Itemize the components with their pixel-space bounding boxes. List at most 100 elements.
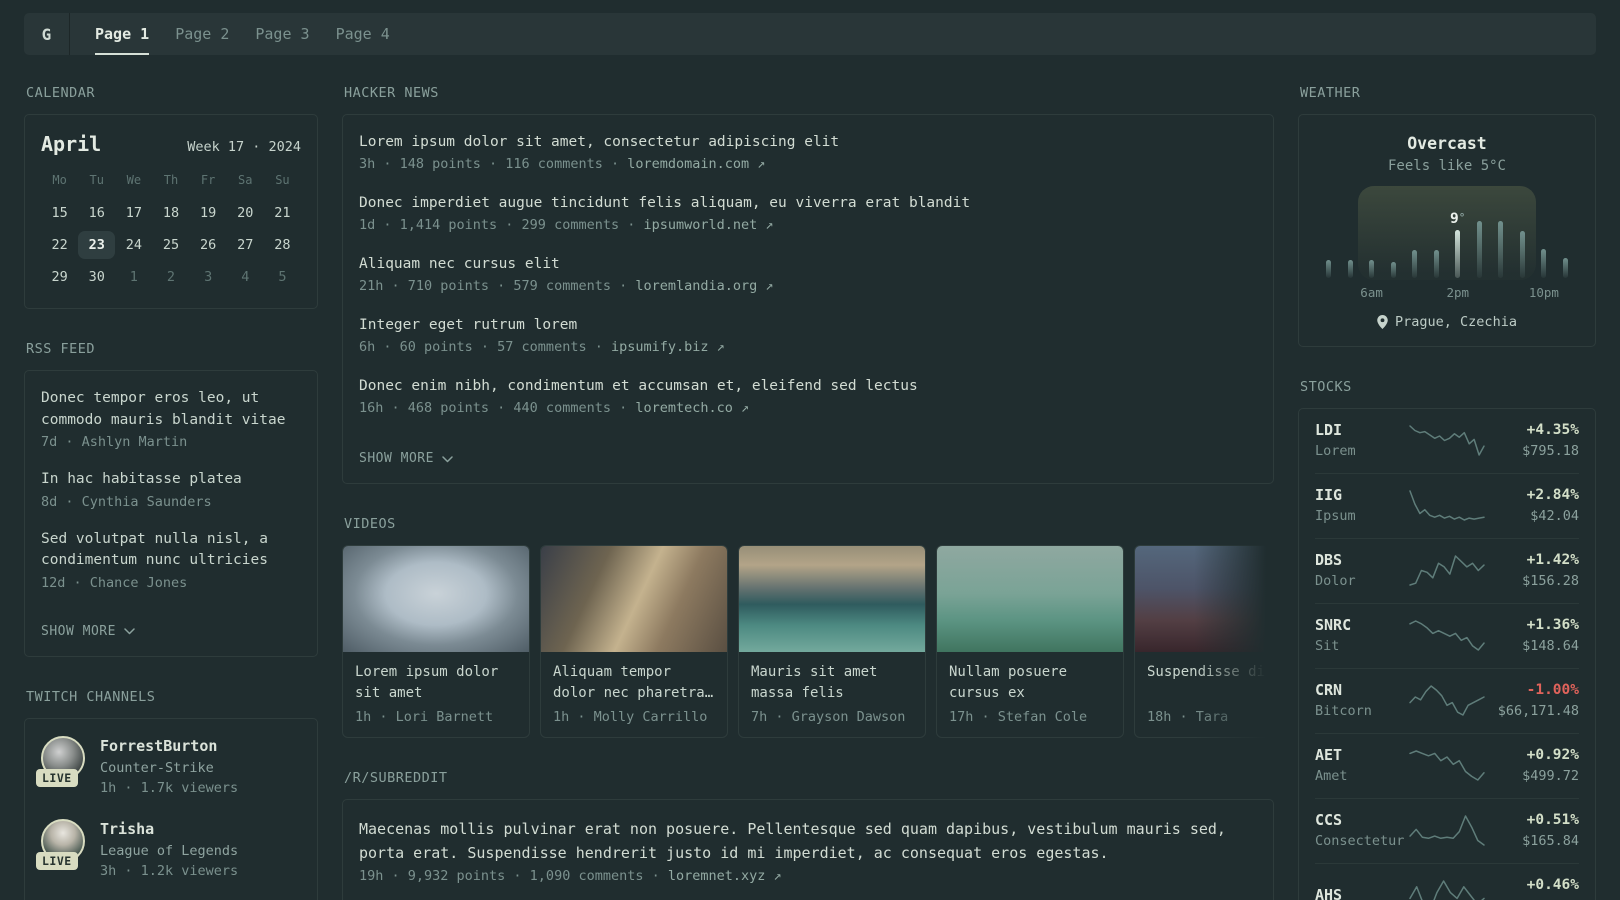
stock-sparkline-chart — [1407, 487, 1487, 525]
calendar-weekday-label: Mo — [52, 173, 67, 187]
stock-company-name: Consectetur — [1315, 833, 1405, 849]
hackernews-item-meta: 3h · 148 points · 116 comments · loremdo… — [359, 156, 766, 172]
video-meta: 7h · Grayson Dawson — [751, 709, 906, 725]
calendar-weekday-label: Fr — [200, 173, 216, 187]
weather-header: WEATHER — [1300, 85, 1361, 101]
stock-change-percent: +0.92% — [1526, 747, 1579, 763]
video-meta: 1h · Lori Barnett — [355, 709, 494, 725]
video-title[interactable]: Suspendisse diam — [1147, 662, 1274, 704]
stock-row[interactable]: DBS Dolor +1.42% $156.28 — [1315, 538, 1579, 603]
stock-symbol: LDI — [1315, 421, 1343, 439]
calendar-header: CALENDAR — [26, 85, 96, 101]
rss-item-meta: 12d · Chance Jones — [41, 574, 188, 591]
video-title[interactable]: Mauris sit amet massa felis — [751, 662, 913, 704]
video-card[interactable]: Suspendisse diam 18h · Tara — [1134, 545, 1274, 738]
stock-row[interactable]: SNRC Sit +1.36% $148.64 — [1315, 603, 1579, 668]
external-link-icon: ↗ — [716, 339, 725, 355]
video-card[interactable]: Nullam posuere cursus ex 17h · Stefan Co… — [936, 545, 1124, 738]
twitch-channel-row[interactable]: LIVE Trisha League of Legends 3h · 1.2k … — [36, 818, 301, 881]
calendar-day: 17 — [125, 205, 142, 221]
subreddit-post-domain[interactable]: loremnet.xyz — [668, 868, 766, 884]
twitch-channel-name[interactable]: Trisha — [100, 819, 238, 839]
stock-row[interactable]: CCS Consectetur +0.51% $165.84 — [1315, 798, 1579, 863]
video-card[interactable]: Mauris sit amet massa felis 7h · Grayson… — [738, 545, 926, 738]
app-logo[interactable]: G — [24, 13, 70, 55]
stock-sparkline-chart — [1407, 617, 1487, 655]
calendar-day: 24 — [125, 237, 142, 253]
video-title[interactable]: Aliquam tempor dolor nec pharetra… — [553, 662, 715, 704]
live-badge: LIVE — [36, 768, 78, 787]
calendar-day: 1 — [129, 269, 138, 285]
subreddit-card: Maecenas mollis pulvinar erat non posuer… — [342, 799, 1274, 900]
hackernews-item-domain[interactable]: ipsumworld.net — [643, 217, 757, 233]
hackernews-item-title[interactable]: Donec imperdiet augue tincidunt felis al… — [359, 193, 1257, 214]
top-navbar: G Page 1 Page 2 Page 3 Page 4 — [24, 13, 1596, 55]
page-tab-label: Page 3 — [255, 25, 310, 43]
calendar-day: 20 — [237, 205, 254, 221]
weather-time-tick: 6am — [1360, 285, 1383, 300]
stock-row[interactable]: AHS +0.46% — [1315, 863, 1579, 900]
rss-show-more-button[interactable]: SHOW MORE — [41, 624, 135, 639]
video-thumbnail — [937, 546, 1123, 652]
page-tab[interactable]: Page 1 — [95, 13, 150, 55]
rss-item-meta: 7d · Ashlyn Martin — [41, 434, 188, 450]
video-card[interactable]: Aliquam tempor dolor nec pharetra… 1h · … — [540, 545, 728, 738]
calendar-weekday-label: Tu — [89, 173, 104, 187]
hackernews-item-meta: 21h · 710 points · 579 comments · loreml… — [359, 278, 774, 294]
video-card[interactable]: Lorem ipsum dolor sit amet consectetu… 1… — [342, 545, 530, 738]
external-link-icon: ↗ — [757, 156, 766, 172]
stock-symbol: AHS — [1315, 886, 1343, 900]
video-thumbnail — [343, 546, 529, 652]
rss-item-title[interactable]: In hac habitasse platea — [41, 469, 301, 491]
video-thumbnail — [739, 546, 925, 652]
stock-price — [1487, 896, 1579, 900]
stock-symbol: SNRC — [1315, 616, 1352, 634]
subreddit-post-title[interactable]: Maecenas mollis pulvinar erat non posuer… — [359, 817, 1257, 865]
calendar-day: 27 — [237, 237, 254, 253]
hackernews-item-title[interactable]: Donec enim nibh, condimentum et accumsan… — [359, 376, 1257, 397]
hackernews-item-title[interactable]: Aliquam nec cursus elit — [359, 254, 1257, 275]
weather-time-tick: 2pm — [1446, 285, 1470, 300]
hackernews-item-domain[interactable]: loremlandia.org — [635, 278, 757, 294]
hackernews-item-title[interactable]: Integer eget rutrum lorem — [359, 315, 1257, 336]
twitch-channel-row[interactable]: LIVE ForrestBurton Counter-Strike 1h · 1… — [36, 735, 301, 798]
weather-card: Overcast Feels like 5°C 9° 6am 2pm 10pm … — [1298, 114, 1596, 347]
hackernews-item-domain[interactable]: ipsumify.biz — [611, 339, 709, 355]
twitch-channel-meta: 1h · 1.7k viewers — [100, 779, 239, 796]
calendar-day: 2 — [166, 269, 176, 285]
hackernews-card: Lorem ipsum dolor sit amet, consectetur … — [342, 114, 1274, 484]
stocks-section: STOCKS LDI Lorem +4.35% $795.18 IIG Ipsu… — [1298, 379, 1596, 900]
stock-symbol: IIG — [1315, 486, 1343, 504]
stock-row[interactable]: LDI Lorem +4.35% $795.18 — [1315, 409, 1579, 473]
calendar-week-year: Week 17 · 2024 — [187, 139, 301, 155]
stock-sparkline-chart — [1407, 747, 1487, 785]
twitch-channel-name[interactable]: ForrestBurton — [100, 736, 238, 756]
hackernews-show-more-button[interactable]: SHOW MORE — [359, 451, 453, 466]
rss-item-title[interactable]: Donec tempor eros leo, ut commodo mauris… — [41, 388, 301, 431]
calendar-day: 25 — [162, 237, 180, 253]
chevron-down-icon — [442, 455, 453, 462]
calendar-grid: Mo Tu We Th Fr Sa Su 15 16 17 18 19 20 2… — [41, 166, 301, 291]
hackernews-item-domain[interactable]: loremtech.co — [635, 400, 733, 416]
video-title[interactable]: Lorem ipsum dolor sit amet consectetu… — [355, 662, 517, 704]
hackernews-item-domain[interactable]: loremdomain.com — [627, 156, 749, 172]
stock-row[interactable]: CRN Bitcorn -1.00% $66,171.48 — [1315, 668, 1579, 733]
page-tab[interactable]: Page 4 — [336, 13, 390, 55]
hackernews-item: Lorem ipsum dolor sit amet, consectetur … — [359, 132, 1257, 175]
video-title[interactable]: Nullam posuere cursus ex — [949, 662, 1111, 704]
stock-row[interactable]: AET Amet +0.92% $499.72 — [1315, 733, 1579, 798]
page-tab[interactable]: Page 2 — [175, 13, 229, 55]
rss-item-title[interactable]: Sed volutpat nulla nisl, a condimentum n… — [41, 529, 301, 572]
page-tab[interactable]: Page 3 — [255, 13, 309, 55]
avatar: LIVE — [36, 735, 85, 787]
videos-carousel: Lorem ipsum dolor sit amet consectetu… 1… — [342, 545, 1274, 738]
stocks-card: LDI Lorem +4.35% $795.18 IIG Ipsum +2.84… — [1298, 408, 1596, 900]
hackernews-header: HACKER NEWS — [344, 85, 439, 101]
right-column: WEATHER Overcast Feels like 5°C 9° 6am 2… — [1298, 85, 1596, 900]
stock-price: $165.84 — [1522, 833, 1579, 849]
hackernews-item-title[interactable]: Lorem ipsum dolor sit amet, consectetur … — [359, 132, 1257, 153]
calendar-weekday-label: Th — [163, 173, 179, 187]
stock-price: $156.28 — [1522, 573, 1579, 589]
rss-card: Donec tempor eros leo, ut commodo mauris… — [24, 370, 318, 657]
stock-row[interactable]: IIG Ipsum +2.84% $42.04 — [1315, 473, 1579, 538]
